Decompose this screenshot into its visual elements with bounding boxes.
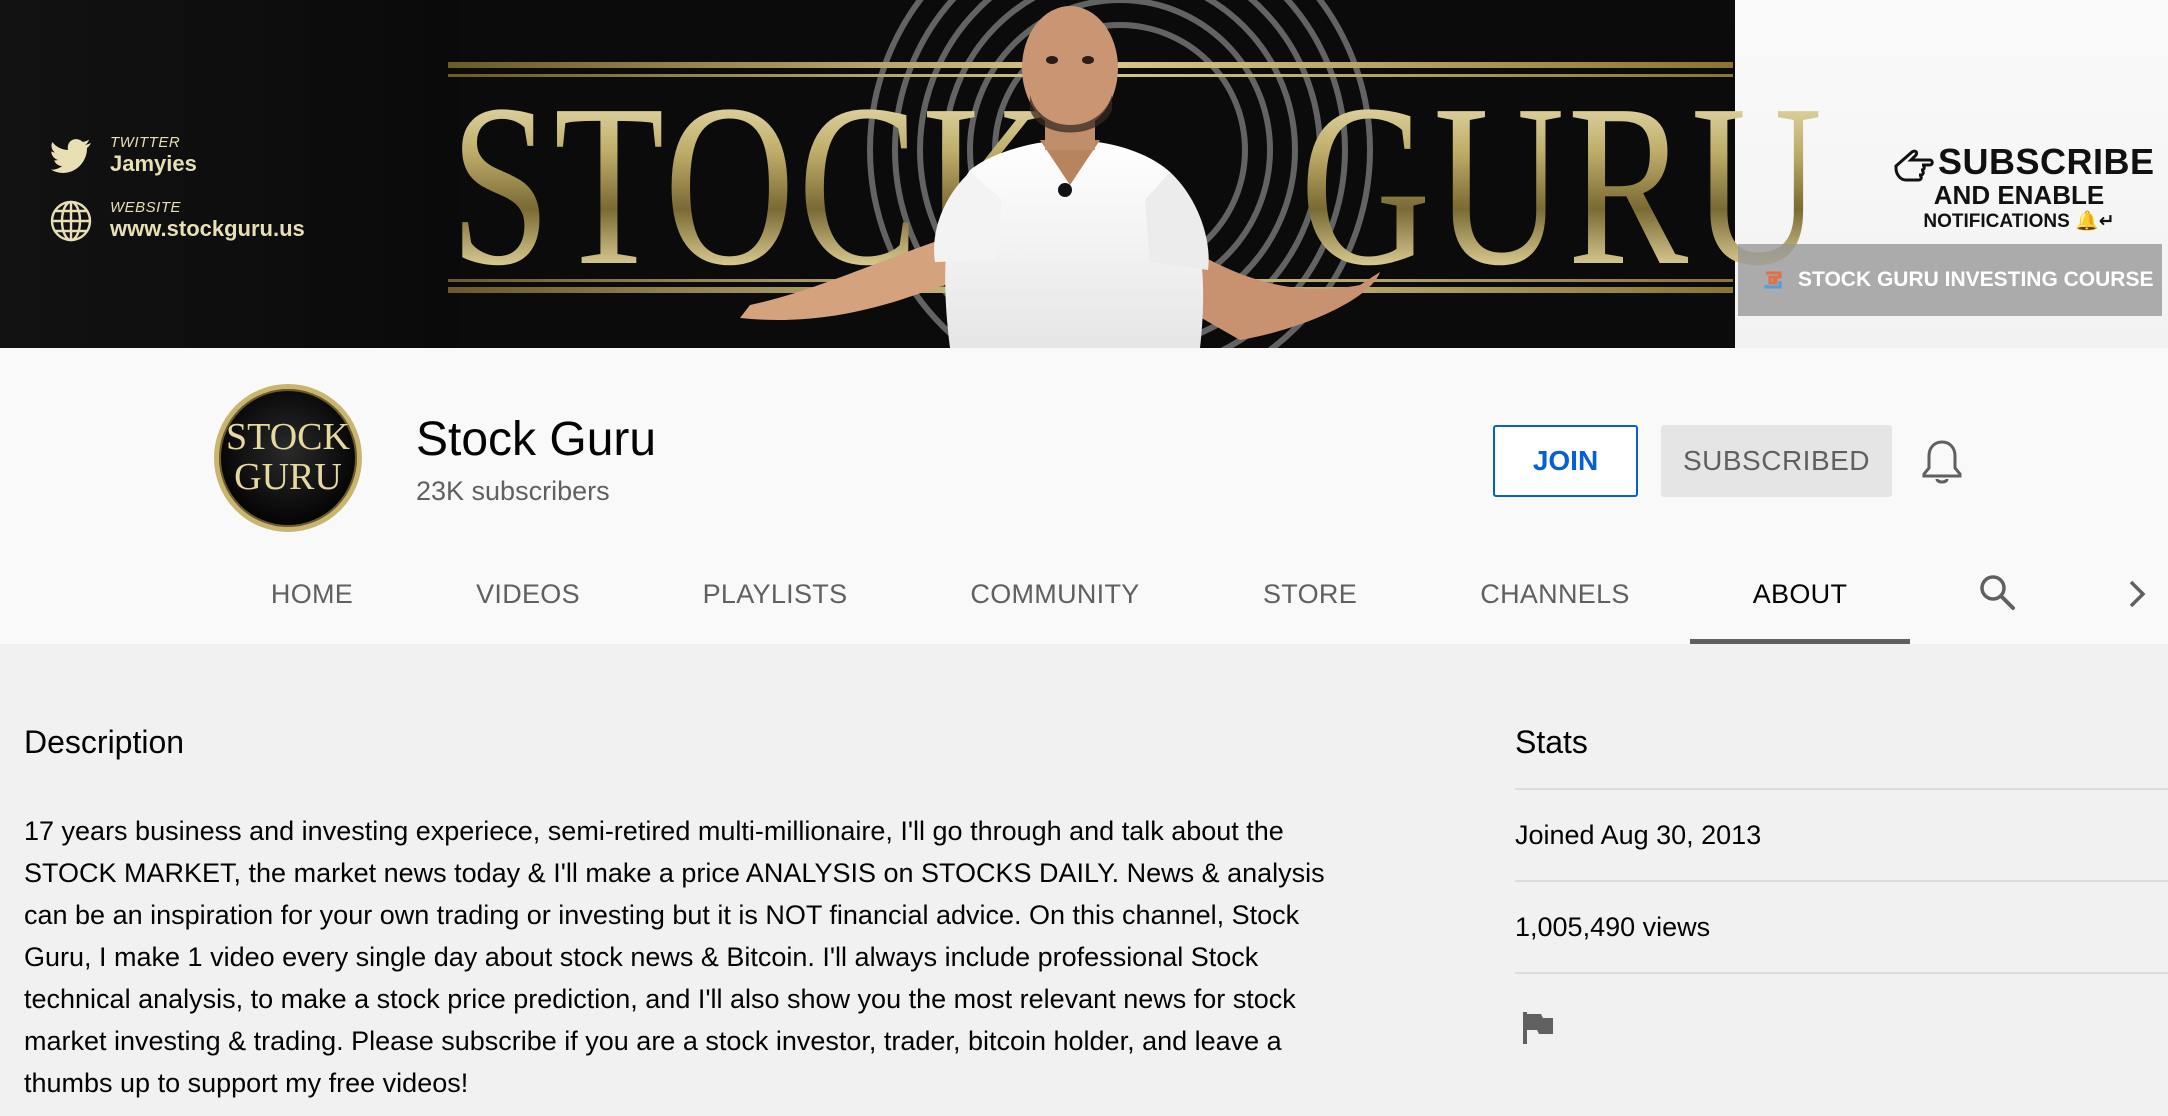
- channel-name: Stock Guru: [416, 413, 657, 466]
- course-link-label: STOCK GURU INVESTING COURSE: [1798, 268, 2154, 291]
- channel-header: STOCK GURU Stock Guru 23K subscribers JO…: [0, 348, 2168, 644]
- report-row: [1515, 972, 2168, 1082]
- promo-line-3-wrap: NOTIFICATIONS 🔔↵: [1894, 212, 2144, 231]
- search-icon[interactable]: [1977, 572, 2017, 612]
- stats-panel: Joined Aug 30, 2013 1,005,490 views: [1515, 788, 2168, 1082]
- tab-community[interactable]: COMMUNITY: [940, 544, 1170, 644]
- tab-store[interactable]: STORE: [1240, 544, 1380, 644]
- twitter-link[interactable]: TWITTER Jamyies: [50, 134, 197, 177]
- tab-about[interactable]: ABOUT: [1690, 544, 1910, 644]
- tab-videos[interactable]: VIDEOS: [448, 544, 608, 644]
- twitter-label: TWITTER: [110, 134, 181, 151]
- subscribe-promo: SUBSCRIBE AND ENABLE NOTIFICATIONS 🔔↵: [1894, 141, 2155, 232]
- presenter-image: [740, 6, 1380, 348]
- promo-line-1: SUBSCRIBE: [1938, 141, 2155, 182]
- channel-avatar[interactable]: STOCK GURU: [214, 384, 362, 532]
- chevron-right-icon[interactable]: [2124, 576, 2150, 612]
- website-label: WEBSITE: [110, 199, 182, 216]
- avatar-text-2: GURU: [234, 456, 342, 498]
- joined-date: Joined Aug 30, 2013: [1515, 788, 2168, 880]
- stats-heading: Stats: [1515, 724, 1588, 760]
- course-favicon-icon: [1764, 271, 1782, 289]
- tab-home[interactable]: HOME: [232, 544, 392, 644]
- promo-line-3: NOTIFICATIONS: [1923, 211, 2070, 232]
- bell-icon[interactable]: [1920, 438, 1964, 486]
- flag-icon[interactable]: [1521, 1010, 1555, 1046]
- website-link[interactable]: WEBSITE www.stockguru.us: [50, 199, 305, 242]
- subscribed-button[interactable]: SUBSCRIBED: [1661, 425, 1892, 497]
- bell-arrow-icon: 🔔↵: [2075, 211, 2115, 232]
- channel-tabs: HOME VIDEOS PLAYLISTS COMMUNITY STORE CH…: [0, 544, 2168, 644]
- tab-playlists[interactable]: PLAYLISTS: [680, 544, 870, 644]
- twitter-icon: [50, 135, 92, 177]
- twitter-handle: Jamyies: [110, 151, 197, 176]
- subscriber-count: 23K subscribers: [416, 476, 610, 506]
- channel-banner: STOCK GURU TWITTER Jamyies WEBSITE www.s…: [0, 0, 2168, 348]
- view-count: 1,005,490 views: [1515, 880, 2168, 972]
- course-link[interactable]: STOCK GURU INVESTING COURSE: [1738, 244, 2162, 316]
- tab-channels[interactable]: CHANNELS: [1455, 544, 1655, 644]
- description-heading: Description: [24, 724, 185, 760]
- channel-description: 17 years business and investing experiec…: [24, 816, 1325, 1098]
- globe-icon: [50, 200, 92, 242]
- promo-line-2: AND ENABLE: [1933, 180, 2105, 210]
- avatar-text-1: STOCK: [226, 416, 350, 459]
- website-url: www.stockguru.us: [110, 216, 305, 241]
- join-button[interactable]: JOIN: [1493, 425, 1638, 497]
